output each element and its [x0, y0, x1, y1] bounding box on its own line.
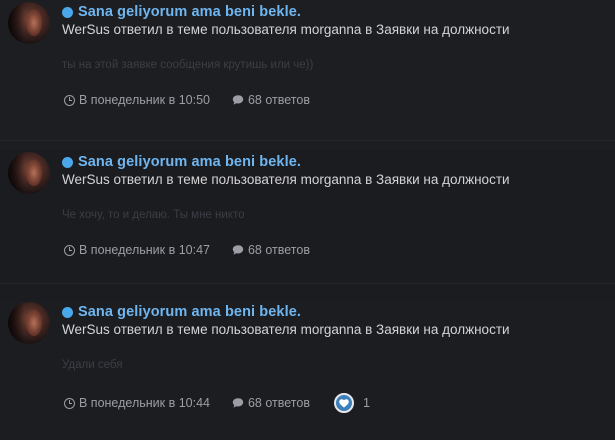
- feed-item: Sana geliyorum ama beni bekle. WerSus от…: [0, 150, 615, 300]
- activity-feed: Sana geliyorum ama beni bekle. WerSus от…: [0, 0, 615, 440]
- comment-icon: [232, 245, 244, 255]
- divider: [0, 140, 615, 141]
- timestamp[interactable]: В понедельник в 10:47: [64, 243, 210, 257]
- item-meta: В понедельник в 10:44 68 ответов 1: [64, 393, 370, 413]
- thread-title-row[interactable]: Sana geliyorum ama beni bekle.: [62, 152, 301, 172]
- comment-icon: [232, 95, 244, 105]
- comment-icon: [232, 398, 244, 408]
- avatar[interactable]: [8, 152, 50, 194]
- action-description: WerSus ответил в теме пользователя morga…: [62, 22, 510, 37]
- thread-title[interactable]: Sana geliyorum ama beni bekle.: [78, 4, 301, 20]
- thread-title[interactable]: Sana geliyorum ama beni bekle.: [78, 304, 301, 320]
- reaction-summary[interactable]: 1: [333, 393, 370, 413]
- unread-dot-icon: [62, 156, 73, 168]
- thread-title[interactable]: Sana geliyorum ama beni bekle.: [78, 154, 301, 170]
- timestamp-text: В понедельник в 10:44: [79, 396, 210, 410]
- thread-title-row[interactable]: Sana geliyorum ama beni bekle.: [62, 2, 301, 22]
- avatar[interactable]: [8, 302, 50, 344]
- action-description: WerSus ответил в теме пользователя morga…: [62, 172, 510, 187]
- reply-count: 68 ответов: [232, 396, 310, 410]
- reply-count: 68 ответов: [232, 243, 310, 257]
- avatar[interactable]: [8, 2, 50, 44]
- reply-count-text: 68 ответов: [247, 93, 310, 107]
- feed-item: Sana geliyorum ama beni bekle. WerSus от…: [0, 300, 615, 440]
- like-count: 1: [362, 396, 370, 410]
- timestamp-text: В понедельник в 10:50: [79, 93, 210, 107]
- action-description: WerSus ответил в теме пользователя morga…: [62, 322, 510, 337]
- reply-count-text: 68 ответов: [247, 243, 310, 257]
- reply-count-text: 68 ответов: [247, 396, 310, 410]
- thread-title-row[interactable]: Sana geliyorum ama beni bekle.: [62, 302, 301, 322]
- unread-dot-icon: [62, 6, 73, 18]
- unread-dot-icon: [62, 306, 73, 318]
- timestamp[interactable]: В понедельник в 10:44: [64, 396, 210, 410]
- divider: [0, 283, 615, 284]
- item-meta: В понедельник в 10:50 68 ответов: [64, 91, 310, 109]
- clock-icon: [64, 397, 75, 409]
- feed-item: Sana geliyorum ama beni bekle. WerSus от…: [0, 0, 615, 150]
- timestamp-text: В понедельник в 10:47: [79, 243, 210, 257]
- heart-icon[interactable]: [333, 393, 354, 413]
- item-meta: В понедельник в 10:47 68 ответов: [64, 241, 310, 259]
- clock-icon: [64, 94, 75, 106]
- post-snippet: ты на этой заявке сообщения крутишь или …: [62, 59, 314, 71]
- clock-icon: [64, 244, 75, 256]
- post-snippet: Удали себя: [62, 359, 123, 371]
- reply-count: 68 ответов: [232, 93, 310, 107]
- post-snippet: Че хочу, то и делаю. Ты мне никто: [62, 209, 245, 221]
- timestamp[interactable]: В понедельник в 10:50: [64, 93, 210, 107]
